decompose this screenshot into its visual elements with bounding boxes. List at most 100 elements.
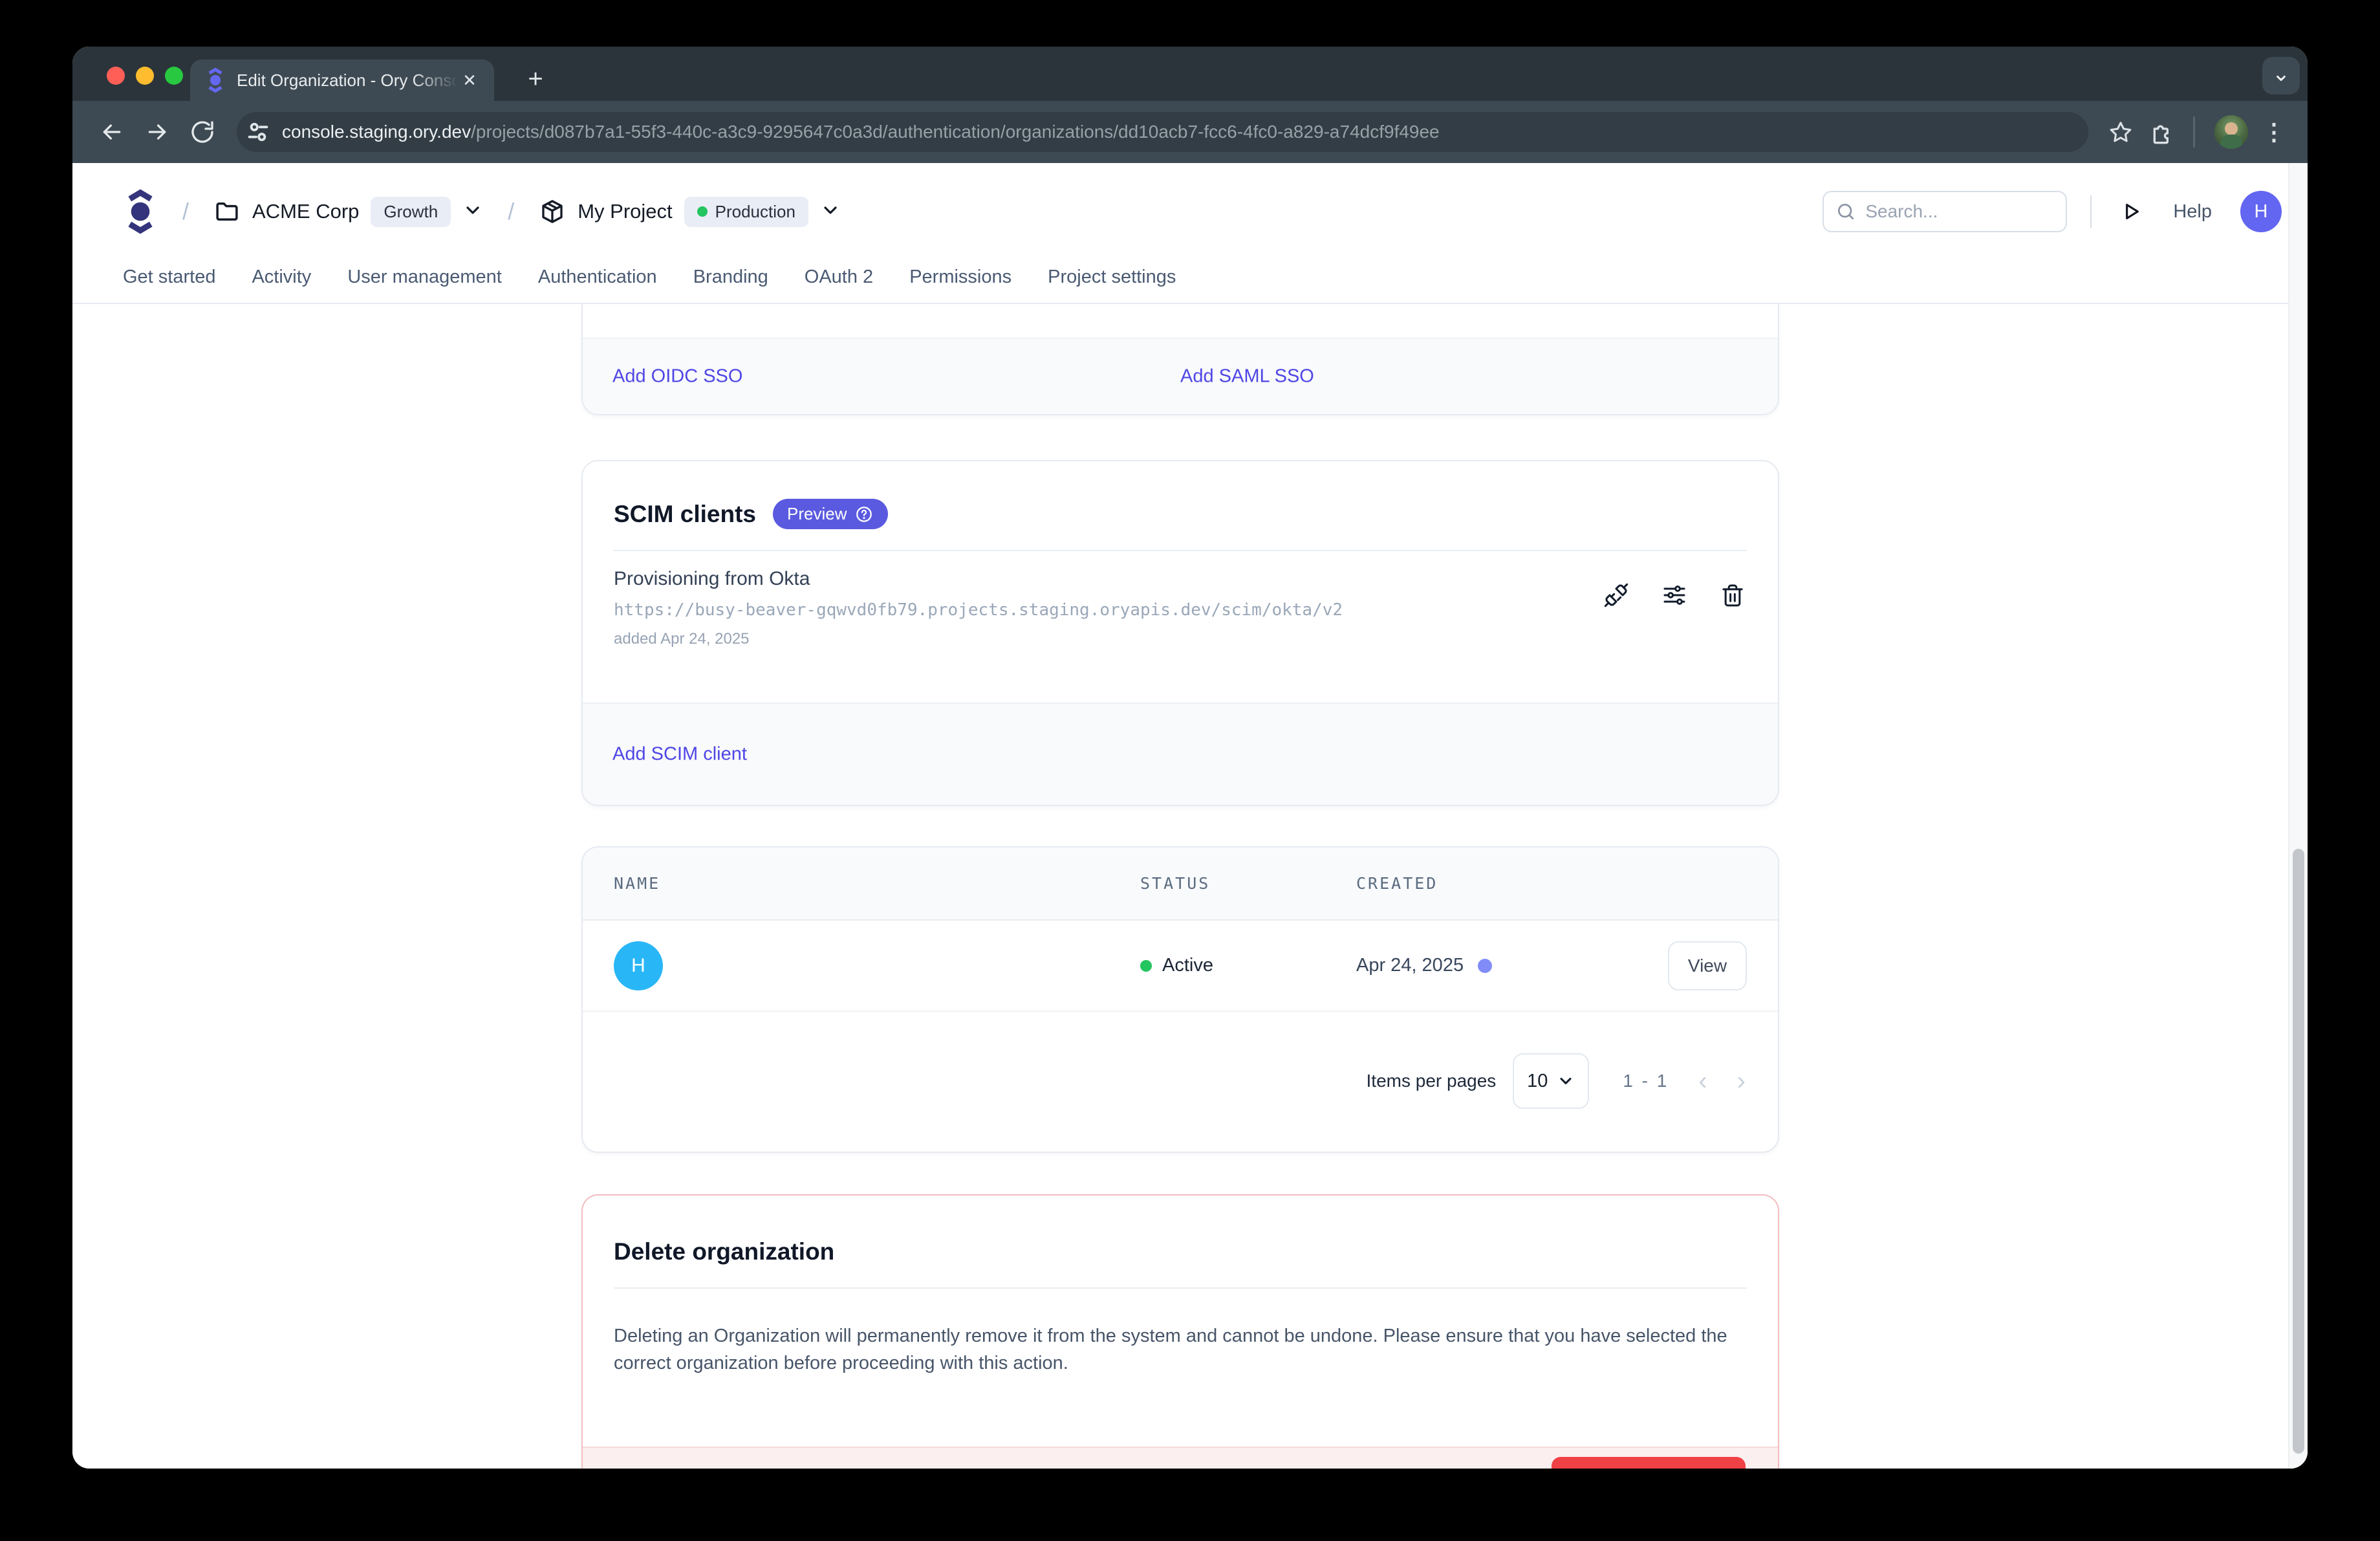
user-avatar[interactable]: H — [2240, 191, 2282, 232]
extensions-button[interactable] — [2141, 111, 2183, 153]
view-button[interactable]: View — [1668, 941, 1747, 990]
chevron-down-icon — [820, 200, 841, 224]
chevron-down-icon — [462, 200, 483, 224]
tab-title: Edit Organization - Ory Conso — [237, 69, 458, 91]
avatar-body — [2220, 135, 2242, 149]
pagination-row: Items per pages 10 1 - 1 ‹ › — [583, 1012, 1778, 1150]
bookmark-star-button[interactable] — [2100, 111, 2141, 153]
nav-item-authentication[interactable]: Authentication — [538, 264, 657, 290]
browser-tab[interactable]: Edit Organization - Ory Conso ✕ — [190, 60, 494, 101]
macos-minimize-button[interactable] — [136, 67, 154, 85]
add-saml-sso-link[interactable]: Add SAML SSO — [1180, 366, 1314, 388]
unplug-icon — [1603, 582, 1629, 608]
nav-item-user-management[interactable]: User management — [347, 264, 502, 290]
page-content: Add OIDC SSO Add SAML SSO SCIM clients P… — [72, 304, 2308, 1469]
status-label: Active — [1162, 955, 1213, 976]
search-icon — [1835, 201, 1856, 222]
scim-client-actions — [1602, 581, 1747, 609]
traffic-lights — [107, 67, 183, 85]
page-range: 1 - 1 — [1623, 1071, 1669, 1091]
nav-item-oauth2[interactable]: OAuth 2 — [805, 264, 873, 290]
chevron-down-icon — [1557, 1072, 1575, 1090]
macos-close-button[interactable] — [107, 67, 125, 85]
breadcrumb-separator: / — [182, 198, 189, 225]
environment-dot — [697, 206, 708, 217]
url-path: /projects/d087b7a1-55f3-440c-a3c9-929564… — [471, 122, 1440, 142]
reload-button[interactable] — [180, 111, 225, 153]
trash-icon — [1720, 582, 1746, 608]
nav-item-activity[interactable]: Activity — [252, 264, 311, 290]
nav-item-project-settings[interactable]: Project settings — [1048, 264, 1176, 290]
search-input[interactable] — [1865, 201, 2046, 222]
column-header-status: STATUS — [1140, 874, 1356, 893]
project-name: My Project — [578, 200, 672, 223]
scrollbar-thumb[interactable] — [2293, 849, 2304, 1454]
browser-menu-button[interactable]: ⋮ — [2257, 111, 2291, 153]
back-button[interactable] — [89, 111, 135, 153]
nav-item-branding[interactable]: Branding — [693, 264, 768, 290]
column-header-created: CREATED — [1356, 874, 1747, 893]
project-switcher[interactable]: My Project Production — [539, 197, 841, 227]
nav-item-permissions[interactable]: Permissions — [909, 264, 1012, 290]
back-icon — [99, 119, 125, 145]
sso-card-footer: Add OIDC SSO Add SAML SSO — [583, 338, 1778, 414]
browser-profile-avatar[interactable] — [2214, 115, 2248, 149]
column-header-name: NAME — [614, 874, 1140, 893]
created-date: Apr 24, 2025 — [1356, 955, 1464, 976]
tab-search-chevron-button[interactable]: ⌄ — [2262, 57, 2300, 94]
page-scrollbar[interactable] — [2288, 163, 2308, 1469]
delete-organization-button[interactable]: Delete organization — [1552, 1457, 1746, 1469]
table-header-row: NAME STATUS CREATED — [583, 847, 1778, 921]
environment-label: Production — [715, 202, 795, 222]
header-divider — [2090, 195, 2092, 228]
puzzle-icon — [2149, 119, 2175, 145]
scim-client-name: Provisioning from Okta — [614, 568, 1747, 590]
sliders-icon — [1661, 582, 1687, 608]
items-per-page-select[interactable]: 10 — [1513, 1053, 1589, 1109]
workspace-switcher[interactable]: ACME Corp Growth — [213, 197, 483, 227]
items-per-page-label: Items per pages — [1367, 1071, 1497, 1091]
scim-client-url: https://busy-beaver-gqwvd0fb79.projects.… — [614, 600, 1747, 620]
search-box[interactable] — [1823, 191, 2067, 232]
add-scim-client-link[interactable]: Add SCIM client — [612, 744, 747, 765]
status-active-dot — [1140, 960, 1152, 972]
ory-logo[interactable] — [123, 186, 158, 237]
created-indicator-dot — [1478, 959, 1492, 973]
nav-item-get-started[interactable]: Get started — [123, 264, 215, 290]
preview-badge[interactable]: Preview — [773, 499, 888, 529]
table-row[interactable]: H Active Apr 24, 2025 View — [583, 921, 1778, 1012]
add-oidc-sso-link[interactable]: Add OIDC SSO — [612, 366, 742, 388]
new-tab-button[interactable]: + — [519, 63, 552, 97]
forward-button[interactable] — [135, 111, 180, 153]
danger-description: Deleting an Organization will permanentl… — [583, 1289, 1760, 1377]
delete-scim-client-button[interactable] — [1718, 581, 1747, 609]
browser-toolbar: console.staging.ory.dev/projects/d087b7a… — [72, 101, 2308, 163]
items-per-page-value: 10 — [1527, 1071, 1548, 1092]
site-info-icon[interactable] — [243, 117, 273, 147]
browser-window: Edit Organization - Ory Conso ✕ + ⌄ cons… — [72, 47, 2308, 1469]
scim-client-added-date: added Apr 24, 2025 — [614, 630, 1747, 648]
help-link[interactable]: Help — [2173, 201, 2212, 223]
avatar-face — [2225, 122, 2238, 135]
url-host: console.staging.ory.dev — [282, 122, 471, 142]
next-page-button[interactable]: › — [1737, 1068, 1746, 1094]
project-nav: Get started Activity User management Aut… — [72, 260, 2308, 304]
macos-maximize-button[interactable] — [165, 67, 183, 85]
folder-icon — [213, 198, 241, 225]
configure-mapping-button[interactable] — [1660, 581, 1689, 609]
tab-close-icon[interactable]: ✕ — [458, 69, 481, 92]
address-bar[interactable]: console.staging.ory.dev/projects/d087b7a… — [237, 112, 2088, 152]
star-icon — [2108, 119, 2134, 145]
package-icon — [539, 198, 566, 225]
app-header: / ACME Corp Growth / My Project Producti… — [72, 163, 2308, 260]
header-actions: Help H — [1823, 191, 2282, 232]
run-button[interactable] — [2115, 195, 2147, 228]
scim-card-title: SCIM clients — [614, 501, 756, 528]
question-circle-icon — [854, 505, 874, 524]
danger-card-title: Delete organization — [583, 1196, 1778, 1265]
sso-card: Add OIDC SSO Add SAML SSO — [581, 304, 1779, 415]
rotate-token-button[interactable] — [1602, 581, 1630, 609]
previous-page-button[interactable]: ‹ — [1698, 1068, 1707, 1094]
reload-icon — [189, 119, 215, 145]
delete-organization-card: Delete organization Deleting an Organiza… — [581, 1194, 1779, 1469]
